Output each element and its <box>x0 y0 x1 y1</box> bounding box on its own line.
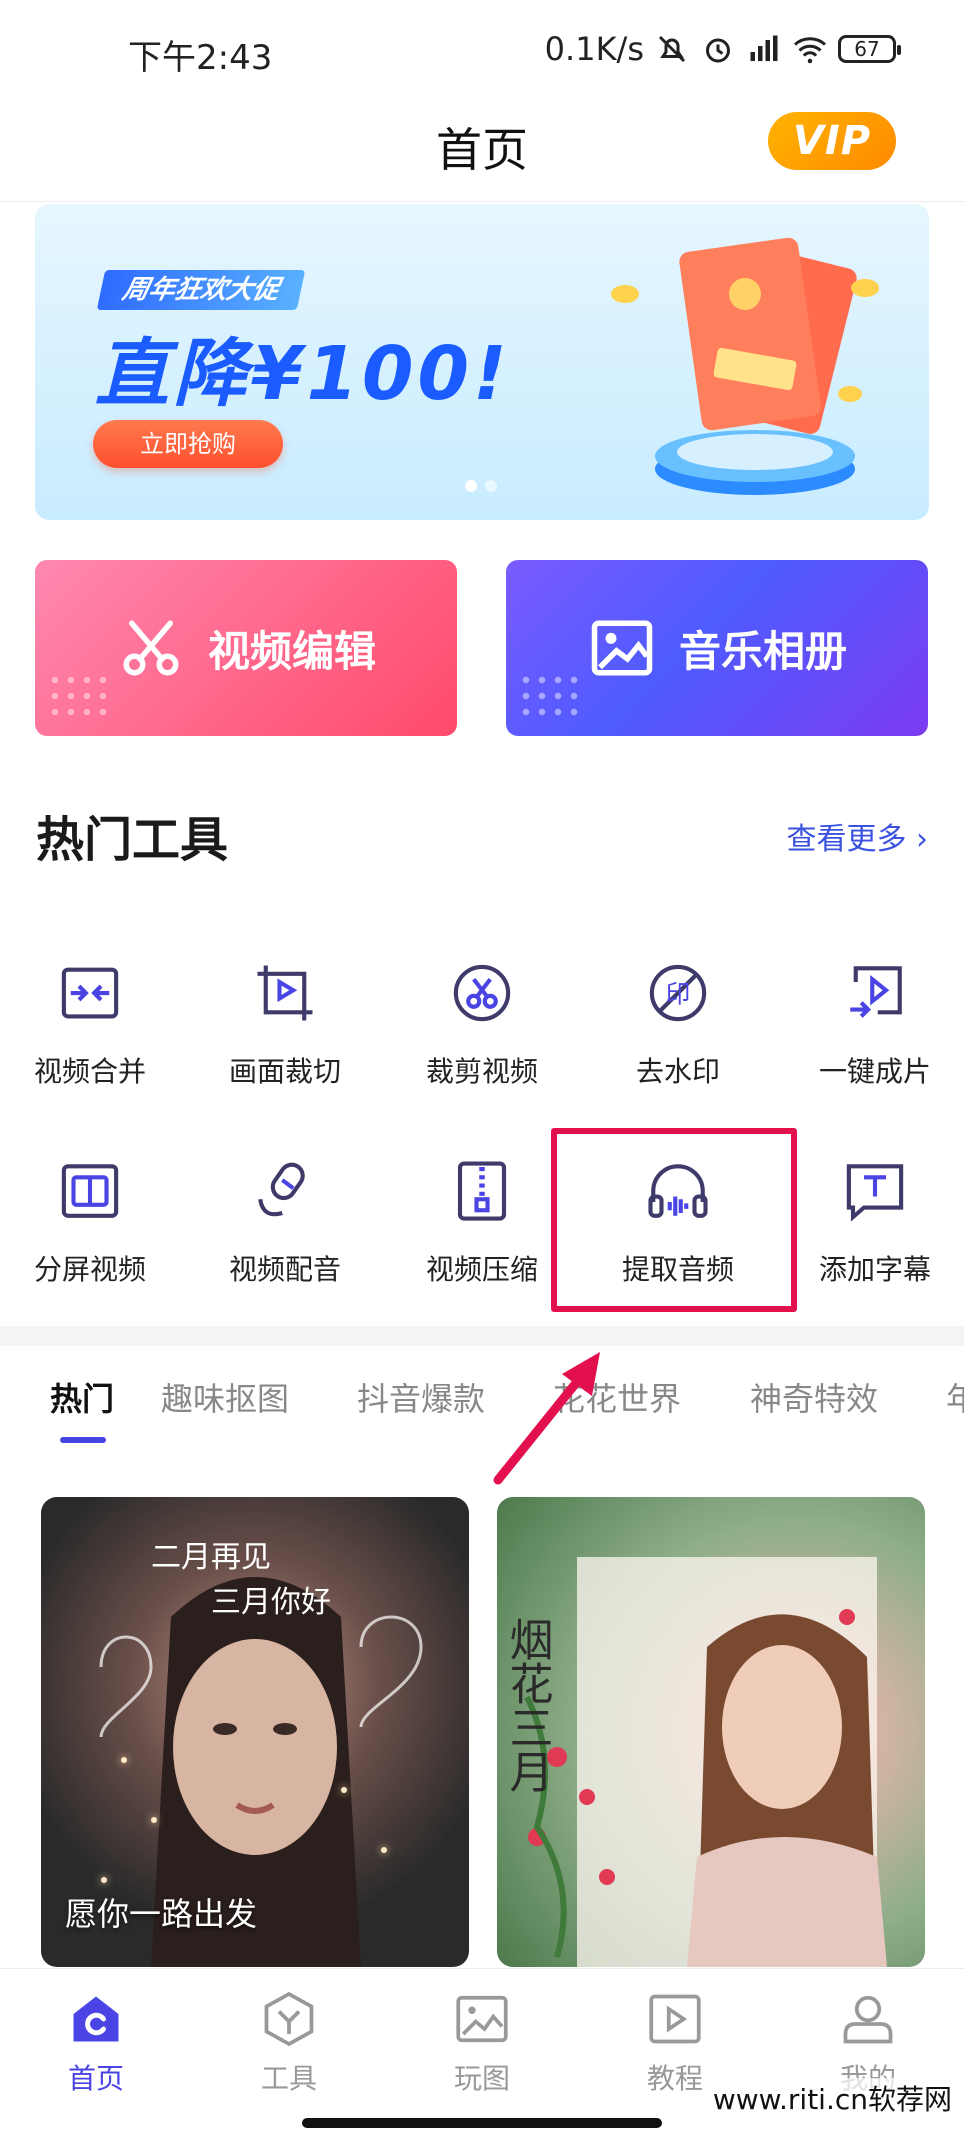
tab-hot[interactable]: 热门 <box>50 1374 114 1420</box>
card-caption: 愿你一路出发 <box>65 1895 258 1933</box>
banner-pagination <box>465 480 497 492</box>
tab-more[interactable]: 年 <box>946 1374 964 1420</box>
app-header: 首页 VIP <box>0 100 964 202</box>
hot-tools-title: 热门工具 <box>36 812 229 868</box>
cube-icon <box>257 1987 321 2051</box>
annotation-arrow <box>493 1352 600 1485</box>
section-divider <box>0 1326 964 1346</box>
tool-label: 添加字幕 <box>818 1253 931 1286</box>
tool-label: 视频压缩 <box>425 1253 538 1286</box>
user-icon <box>836 1987 900 2051</box>
pagination-dot <box>485 480 497 492</box>
cut-video-icon <box>447 958 517 1028</box>
export-video-icon <box>840 958 910 1028</box>
tool-crop-frame[interactable]: 画面裁切 <box>200 958 370 1090</box>
mute-bell-icon <box>658 35 686 63</box>
nav-label: 玩图 <box>453 2062 510 2095</box>
tool-add-subtitles[interactable]: 添加字幕 <box>790 1156 960 1288</box>
scissors-icon <box>116 613 186 683</box>
subtitle-icon <box>840 1156 910 1226</box>
stamp-icon: 印 <box>643 958 713 1028</box>
wifi-icon <box>794 37 826 64</box>
vip-button[interactable]: VIP <box>768 112 896 170</box>
network-speed: 0.1K/s <box>544 30 644 68</box>
tool-compress-video[interactable]: 视频压缩 <box>397 1156 567 1288</box>
tool-label: 一键成片 <box>818 1055 931 1088</box>
template-card[interactable]: 二月再见 三月你好 愿你一路出发 <box>41 1497 469 1967</box>
alarm-icon <box>706 38 730 63</box>
view-more-label: 查看更多 <box>786 822 907 857</box>
tab-magic-effects[interactable]: 神奇特效 <box>750 1374 878 1420</box>
image-icon <box>587 613 657 683</box>
music-album-card[interactable]: 音乐相册 <box>506 560 928 736</box>
svg-text:二月再见: 二月再见 <box>151 1540 271 1575</box>
chevron-right-icon: › <box>916 822 928 857</box>
nav-label: 首页 <box>67 2062 124 2095</box>
red-envelope-illustration <box>611 237 879 495</box>
status-icons: 0.1K/s 67 <box>544 30 901 68</box>
picture-icon <box>450 1987 514 2051</box>
svg-text:印: 印 <box>666 980 691 1009</box>
promo-banner[interactable]: 周年狂欢大促 直降¥100! 立即抢购 <box>35 204 929 520</box>
tab-douyin-hits[interactable]: 抖音爆款 <box>357 1374 485 1420</box>
tool-label: 去水印 <box>635 1055 720 1088</box>
nav-play-image[interactable]: 玩图 <box>422 1987 542 2097</box>
tool-label: 视频合并 <box>33 1055 146 1088</box>
home-icon <box>64 1987 128 2051</box>
nav-home[interactable]: 首页 <box>36 1987 156 2097</box>
merge-icon <box>55 958 125 1028</box>
signal-icon <box>750 35 778 61</box>
template-card[interactable]: 烟花三月 <box>497 1497 925 1967</box>
tool-video-merge[interactable]: 视频合并 <box>5 958 175 1090</box>
banner-tag: 周年狂欢大促 <box>96 270 306 310</box>
split-screen-icon <box>55 1156 125 1226</box>
zip-file-icon <box>447 1156 517 1226</box>
tool-dubbing[interactable]: 视频配音 <box>200 1156 370 1288</box>
highlight-annotation <box>551 1128 797 1312</box>
tool-remove-watermark[interactable]: 印 去水印 <box>593 958 763 1090</box>
tool-trim-video[interactable]: 裁剪视频 <box>397 958 567 1090</box>
tool-label: 分屏视频 <box>33 1253 146 1286</box>
music-album-label: 音乐相册 <box>678 626 847 676</box>
battery-icon: 67 <box>838 35 901 63</box>
tool-split-screen[interactable]: 分屏视频 <box>5 1156 175 1288</box>
svg-text:烟花三月: 烟花三月 <box>502 1617 553 1793</box>
decor-dots <box>47 672 107 722</box>
microphone-icon <box>250 1156 320 1226</box>
tool-label: 裁剪视频 <box>425 1055 538 1088</box>
nav-tools[interactable]: 工具 <box>229 1987 349 2097</box>
tab-fun-cutout[interactable]: 趣味抠图 <box>161 1374 289 1420</box>
home-indicator[interactable] <box>302 2118 662 2128</box>
tool-label: 视频配音 <box>228 1253 341 1286</box>
decor-dots <box>518 672 578 722</box>
pagination-dot <box>465 480 477 492</box>
tool-label: 画面裁切 <box>228 1055 341 1088</box>
play-video-icon <box>643 1987 707 2051</box>
view-more-link[interactable]: 查看更多 › <box>786 814 928 858</box>
tab-indicator <box>60 1437 106 1443</box>
crop-icon <box>250 958 320 1028</box>
buy-now-button[interactable]: 立即抢购 <box>93 420 283 468</box>
video-edit-card[interactable]: 视频编辑 <box>35 560 457 736</box>
category-tabs: 热门 趣味抠图 抖音爆款 花花世界 神奇特效 年 <box>0 1346 964 1446</box>
video-edit-label: 视频编辑 <box>207 626 376 676</box>
portrait-illustration: 烟花三月 <box>502 1557 887 1967</box>
banner-headline: 直降¥100! <box>95 331 511 417</box>
site-watermark: www.riti.cn软荐网 <box>708 2078 956 2118</box>
nav-label: 工具 <box>260 2062 317 2095</box>
svg-text:三月你好: 三月你好 <box>211 1585 331 1620</box>
status-time: 下午2:43 <box>128 38 273 78</box>
status-bar: 下午2:43 0.1K/s 67 <box>0 0 964 100</box>
tool-one-click-video[interactable]: 一键成片 <box>790 958 960 1090</box>
